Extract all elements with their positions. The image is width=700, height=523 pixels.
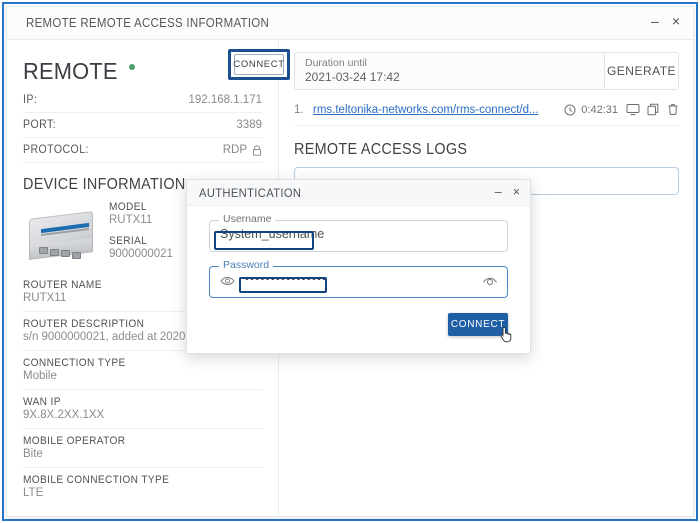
info-value-group: RDP xyxy=(223,144,262,156)
field-label: MOBILE CONNECTION TYPE xyxy=(23,474,170,486)
field-value: Mobile xyxy=(23,370,57,382)
password-input[interactable]: •••••••••••••••• xyxy=(245,273,478,285)
device-header: REMOTE xyxy=(23,54,262,88)
info-row-protocol: PROTOCOL: RDP xyxy=(23,138,262,163)
monitor-icon[interactable] xyxy=(626,103,640,116)
session-index: 1. xyxy=(294,103,304,116)
generate-button[interactable]: GENERATE xyxy=(604,53,678,89)
remote-access-logs-title: REMOTE ACCESS LOGS xyxy=(294,141,468,158)
field-value: LTE xyxy=(23,487,44,499)
info-row-port: PORT: 3389 xyxy=(23,113,262,138)
session-link-row: 1. rms.teltonika-networks.com/rms-connec… xyxy=(294,103,679,126)
duration-control: Duration until 2021-03-24 17:42 GENERATE xyxy=(294,52,679,90)
remote-access-window: REMOTE REMOTE ACCESS INFORMATION – × REM… xyxy=(6,6,694,517)
info-label: PORT: xyxy=(23,119,57,131)
field-value: 9X.8X.2XX.1XX xyxy=(23,409,105,421)
auth-minimize-icon[interactable]: – xyxy=(495,186,502,199)
trash-icon[interactable] xyxy=(667,103,679,116)
duration-value: 2021-03-24 17:42 xyxy=(305,70,400,84)
username-field-group: Username System_username xyxy=(209,213,508,252)
copy-icon[interactable] xyxy=(647,103,660,116)
field-connection-type: CONNECTION TYPE Mobile xyxy=(23,351,262,390)
session-actions xyxy=(626,103,679,116)
window-titlebar: REMOTE REMOTE ACCESS INFORMATION – × xyxy=(7,7,693,40)
password-field-group: Password •••••••••••••••• xyxy=(209,259,508,298)
online-status-dot xyxy=(128,63,135,70)
username-label: Username xyxy=(219,213,276,225)
clock-icon xyxy=(564,104,576,116)
field-label: WAN IP xyxy=(23,396,61,408)
device-name: REMOTE xyxy=(23,57,118,84)
minimize-icon[interactable]: – xyxy=(651,14,659,28)
username-input[interactable]: System_username xyxy=(220,227,478,241)
window-controls: – × xyxy=(651,14,680,28)
auth-connect-button[interactable]: CONNECT xyxy=(448,313,508,336)
close-icon[interactable]: × xyxy=(672,14,680,28)
auth-dialog-titlebar: AUTHENTICATION – × xyxy=(187,180,530,206)
info-value: 3389 xyxy=(236,119,262,131)
field-mobile-connection-type: MOBILE CONNECTION TYPE LTE xyxy=(23,468,262,506)
router-device-image xyxy=(23,205,99,267)
auth-dialog-controls: – × xyxy=(495,186,520,199)
session-url-link[interactable]: rms.teltonika-networks.com/rms-connect/d… xyxy=(313,104,556,116)
info-row-ip: IP: 192.168.1.171 xyxy=(23,88,262,113)
password-label: Password xyxy=(219,259,274,271)
session-timer: 0:42:31 xyxy=(564,104,618,116)
window-title: REMOTE REMOTE ACCESS INFORMATION xyxy=(26,16,270,30)
auth-dialog-title: AUTHENTICATION xyxy=(199,185,302,200)
duration-field[interactable]: Duration until 2021-03-24 17:42 xyxy=(295,53,604,89)
field-label: CONNECTION TYPE xyxy=(23,357,126,369)
field-wan-ip: WAN IP 9X.8X.2XX.1XX xyxy=(23,390,262,429)
info-label: IP: xyxy=(23,94,38,106)
eye-icon xyxy=(220,274,235,288)
authentication-dialog: AUTHENTICATION – × Username System_usern… xyxy=(186,179,531,354)
info-value: 192.168.1.171 xyxy=(188,94,262,106)
info-value: RDP xyxy=(222,144,247,156)
field-label: MOBILE OPERATOR xyxy=(23,435,126,447)
lock-icon xyxy=(252,144,262,156)
auth-close-icon[interactable]: × xyxy=(513,186,520,199)
info-label: PROTOCOL: xyxy=(23,144,89,156)
eye-toggle-icon[interactable] xyxy=(482,274,498,288)
field-mobile-operator: MOBILE OPERATOR Bite xyxy=(23,429,262,468)
connect-button[interactable]: CONNECT xyxy=(233,54,284,75)
duration-label: Duration until xyxy=(305,57,367,69)
field-value: Bite xyxy=(23,448,43,460)
session-time-value: 0:42:31 xyxy=(581,103,618,116)
auth-dialog-body: Username System_username Password ••••••… xyxy=(187,206,530,298)
